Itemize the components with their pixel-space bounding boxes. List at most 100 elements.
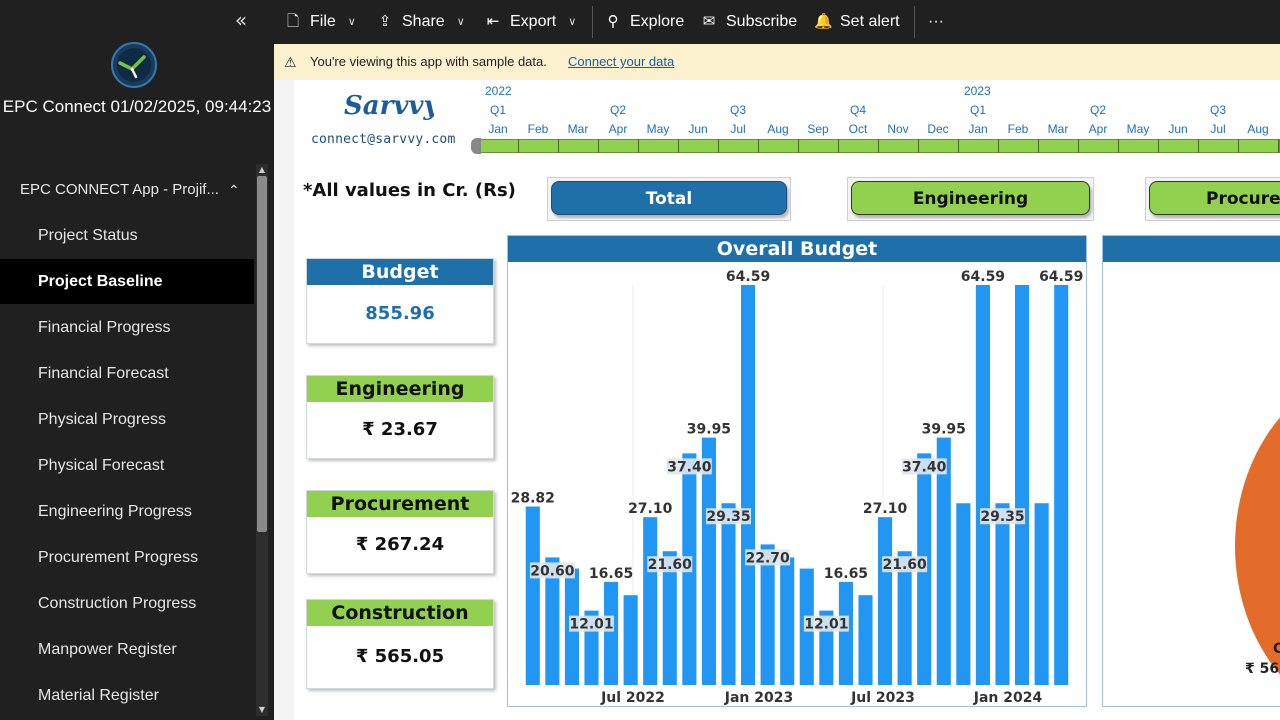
chart-bar[interactable] <box>975 285 990 685</box>
slicer-total-button[interactable]: Total <box>551 181 787 215</box>
nav-item-financial-progress[interactable]: Financial Progress <box>0 305 254 350</box>
procurement-card: Procurement ₹ 267.24 <box>306 490 494 574</box>
connect-data-link[interactable]: Connect your data <box>568 44 674 80</box>
timeline-month-label: Aug <box>767 122 789 136</box>
more-options-button[interactable]: ··· <box>928 0 944 44</box>
timeline-month-label: Dec <box>927 122 949 136</box>
chart-data-label: 16.65 <box>589 566 633 582</box>
timeline-cell-divider <box>1158 139 1159 153</box>
chart-x-tick-label: Jul 2022 <box>600 690 665 706</box>
timeline-month-label: Sep <box>807 122 829 136</box>
values-note: *All values in Cr. (Rs) <box>303 180 516 201</box>
slicer-procurement-button[interactable]: Procure <box>1149 181 1280 215</box>
chart-bar[interactable] <box>858 595 873 685</box>
file-menu-button[interactable]: 🗋 File ∨ <box>284 0 356 44</box>
sarvvy-logo: Sarvvy <box>344 91 434 121</box>
set-alert-button[interactable]: 🔔 Set alert <box>814 0 900 44</box>
timeline-month-label: Mar <box>567 122 589 136</box>
chart-data-label: 64.59 <box>1039 269 1083 285</box>
chart-bar[interactable] <box>604 581 619 685</box>
chevron-down-icon: ∨ <box>456 16 465 28</box>
sample-data-notice: ⚠ You're viewing this app with sample da… <box>274 44 1280 80</box>
engineering-card-value: ₹ 23.67 <box>362 419 438 440</box>
chart-bar[interactable] <box>780 557 795 685</box>
construction-card: Construction ₹ 565.05 <box>306 599 494 689</box>
chart-data-label: 37.40 <box>667 459 712 475</box>
chart-bar[interactable] <box>956 503 971 685</box>
nav-item-project-status[interactable]: Project Status <box>0 213 254 258</box>
nav-group-epc-connect[interactable]: EPC CONNECT App - Projif... ⌃ <box>0 176 256 204</box>
chart-bar[interactable] <box>741 285 756 685</box>
nav-item-project-baseline[interactable]: Project Baseline <box>0 259 254 304</box>
chart-x-tick-label: Jul 2023 <box>850 690 915 706</box>
overall-budget-chart: Overall Budget 28.82 20.60 12.01 16.65 27.10… <box>507 235 1087 707</box>
chart-bar[interactable] <box>995 503 1010 685</box>
set-alert-label: Set alert <box>840 13 900 30</box>
timeline-cell-divider <box>798 139 799 153</box>
nav-item-engineering-progress[interactable]: Engineering Progress <box>0 489 254 534</box>
subscribe-icon: ✉ <box>702 13 716 30</box>
chart-bar[interactable] <box>878 517 893 685</box>
chart-data-label: 39.95 <box>922 422 966 438</box>
timeline-cell-divider <box>1118 139 1119 153</box>
chart-data-label: 16.65 <box>824 566 868 582</box>
timeline-cell-divider <box>638 139 639 153</box>
explore-button[interactable]: ⚲ Explore <box>604 0 685 44</box>
nav-item-manpower-register[interactable]: Manpower Register <box>0 627 254 672</box>
bell-icon: 🔔 <box>814 13 833 30</box>
chart-data-label: 64.59 <box>961 269 1005 285</box>
collapse-nav-icon[interactable]: « <box>230 10 252 32</box>
slicer-engineering-button[interactable]: Engineering <box>851 181 1090 215</box>
slicer-procurement-frame: Procure <box>1145 177 1280 221</box>
procurement-card-value: ₹ 267.24 <box>355 534 445 555</box>
timeline-month-label: Oct <box>848 122 868 136</box>
chevron-up-icon: ⌃ <box>228 182 240 198</box>
timeline-month-label: Jan <box>488 122 508 136</box>
scrollbar-thumb[interactable] <box>257 176 267 532</box>
nav-scrollbar[interactable]: ▲ ▼ <box>256 164 268 716</box>
chevron-down-icon: ∨ <box>347 16 356 28</box>
chart-data-label: 29.35 <box>706 509 750 525</box>
share-menu-button[interactable]: ⇪ Share ∨ <box>376 0 465 44</box>
nav-item-physical-progress[interactable]: Physical Progress <box>0 397 254 442</box>
chart-bar[interactable] <box>1054 285 1069 685</box>
chart-bar[interactable] <box>643 517 658 685</box>
chart-bar[interactable] <box>1034 503 1049 685</box>
scroll-down-arrow-icon[interactable]: ▼ <box>257 705 267 715</box>
nav-item-procurement-progress[interactable]: Procurement Progress <box>0 535 254 580</box>
timeline-month-label: Apr <box>608 122 628 136</box>
timeline-month-label: Jun <box>688 122 708 136</box>
scroll-up-arrow-icon[interactable]: ▲ <box>257 165 267 175</box>
chart-bar[interactable] <box>623 595 638 685</box>
toolbar-divider <box>592 6 593 38</box>
timeline-quarter-label: Q3 <box>729 103 746 117</box>
chart-data-label: 21.60 <box>648 557 693 573</box>
engineering-card-title: Engineering <box>307 376 493 402</box>
timeline-month-label: May <box>1126 122 1150 136</box>
construction-card-value: ₹ 565.05 <box>355 646 445 667</box>
timeline-month-label: Nov <box>887 122 909 136</box>
timeline-month-label: Mar <box>1047 122 1069 136</box>
timeline-cell-divider <box>1278 139 1279 153</box>
subscribe-button[interactable]: ✉ Subscribe <box>700 0 797 44</box>
nav-item-material-register[interactable]: Material Register <box>0 673 254 718</box>
nav-group-label: EPC CONNECT App - Projif... <box>20 181 219 198</box>
file-icon: 🗋 <box>286 13 300 30</box>
nav-item-construction-progress[interactable]: Construction Progress <box>0 581 254 626</box>
chart-data-label: 27.10 <box>628 501 673 517</box>
timeline-cell-divider <box>518 139 519 153</box>
chart-data-label: 29.35 <box>980 509 1024 525</box>
chart-bar[interactable] <box>525 506 540 685</box>
chart-bar[interactable] <box>721 503 736 685</box>
timeline-quarter-label: Q1 <box>969 103 986 117</box>
chart-bar[interactable] <box>1015 285 1030 685</box>
export-menu-button[interactable]: ⇤ Export ∨ <box>484 0 577 44</box>
timeline-quarter-label: Q1 <box>489 103 506 117</box>
nav-item-physical-forecast[interactable]: Physical Forecast <box>0 443 254 488</box>
slicer-total-frame: Total <box>547 177 791 221</box>
timeline-start-handle[interactable] <box>471 138 481 154</box>
chart-bar[interactable] <box>838 581 853 685</box>
timeline-cell-divider <box>1078 139 1079 153</box>
timeline-year-label: 2023 <box>964 84 991 98</box>
nav-item-financial-forecast[interactable]: Financial Forecast <box>0 351 254 396</box>
